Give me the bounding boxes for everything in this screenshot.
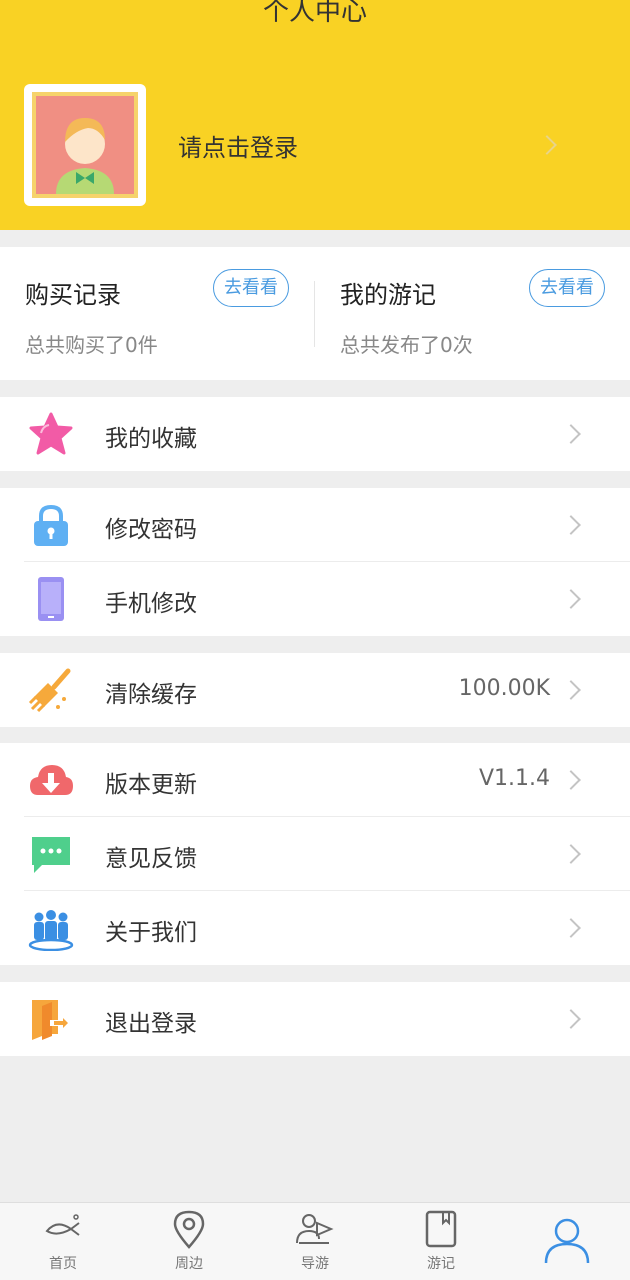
menu-item-version-update[interactable]: 版本更新 V1.1.4 [0,743,630,817]
chevron-right-icon [561,1009,581,1029]
menu-group-favorites: 我的收藏 [0,397,630,471]
phone-icon [38,577,64,621]
exit-icon [32,1000,71,1040]
purchase-view-button[interactable]: 去看看 [213,269,289,307]
menu-item-clear-cache[interactable]: 清除缓存 100.00K [0,653,630,727]
tab-label: 首页 [49,1256,77,1272]
menu-label: 手机修改 [105,591,197,617]
menu-label: 关于我们 [105,920,197,946]
menu-item-change-password[interactable]: 修改密码 [0,488,630,562]
chevron-right-icon [561,918,581,938]
menu-label: 版本更新 [105,772,197,798]
chevron-right-icon [561,770,581,790]
menu-item-change-phone[interactable]: 手机修改 [0,562,630,636]
menu-item-logout[interactable]: 退出登录 [0,982,630,1056]
purchase-record-count: 总共购买了0件 [25,333,158,357]
travel-notes-count: 总共发布了0次 [340,333,473,357]
chevron-right-icon [561,680,581,700]
menu-label: 清除缓存 [105,682,197,708]
menu-label: 意见反馈 [105,846,197,872]
travel-notes-view-button[interactable]: 去看看 [529,269,605,307]
location-pin-icon [173,1210,205,1249]
team-icon [28,910,74,951]
page-title: 个人中心 [262,0,367,27]
profile-header: 个人中心 请点击登录 [0,0,630,230]
menu-group-info: 版本更新 V1.1.4 意见反馈 关于我们 [0,743,630,965]
stats-panel: 购买记录 去看看 总共购买了0件 我的游记 去看看 总共发布了0次 [0,247,630,380]
menu-group-cache: 清除缓存 100.00K [0,653,630,727]
tab-nearby[interactable]: 周边 [126,1203,252,1280]
avatar-icon [32,92,138,198]
chevron-right-icon [561,844,581,864]
tab-profile[interactable] [504,1203,630,1280]
chevron-right-icon [561,515,581,535]
login-prompt[interactable]: 请点击登录 [178,128,298,163]
lock-icon [34,504,68,546]
login-row[interactable]: 请点击登录 [0,60,630,230]
menu-label: 修改密码 [105,517,197,543]
tab-label: 周边 [175,1256,203,1272]
version-number: V1.1.4 [478,766,550,791]
tab-label: 游记 [427,1256,455,1272]
purchase-record-title: 购买记录 [25,281,121,309]
chat-bubble-icon [32,837,70,873]
notebook-icon [425,1210,457,1248]
purchase-record-card: 购买记录 去看看 总共购买了0件 [0,247,315,380]
fish-icon [45,1214,80,1236]
chevron-right-icon [561,589,581,609]
guide-icon [296,1214,334,1244]
user-icon [544,1218,590,1264]
tab-home[interactable]: 首页 [0,1203,126,1280]
tab-guide[interactable]: 导游 [252,1203,378,1280]
chevron-right-icon [537,135,557,155]
menu-item-favorites[interactable]: 我的收藏 [0,397,630,471]
menu-item-feedback[interactable]: 意见反馈 [0,817,630,891]
menu-label: 我的收藏 [105,426,197,452]
bottom-tab-bar: 首页 周边 导游 游记 [0,1202,630,1280]
broom-icon [28,668,71,713]
menu-label: 退出登录 [105,1011,197,1037]
menu-group-logout: 退出登录 [0,982,630,1056]
tab-label: 导游 [301,1256,329,1272]
avatar[interactable] [24,84,146,206]
menu-item-about-us[interactable]: 关于我们 [0,891,630,965]
travel-notes-title: 我的游记 [340,281,436,309]
chevron-right-icon [561,424,581,444]
tab-travel-notes[interactable]: 游记 [378,1203,504,1280]
star-icon [29,412,73,455]
cache-size: 100.00K [458,676,550,701]
travel-notes-card: 我的游记 去看看 总共发布了0次 [315,247,630,380]
menu-group-account: 修改密码 手机修改 [0,488,630,636]
cloud-download-icon [30,765,73,795]
